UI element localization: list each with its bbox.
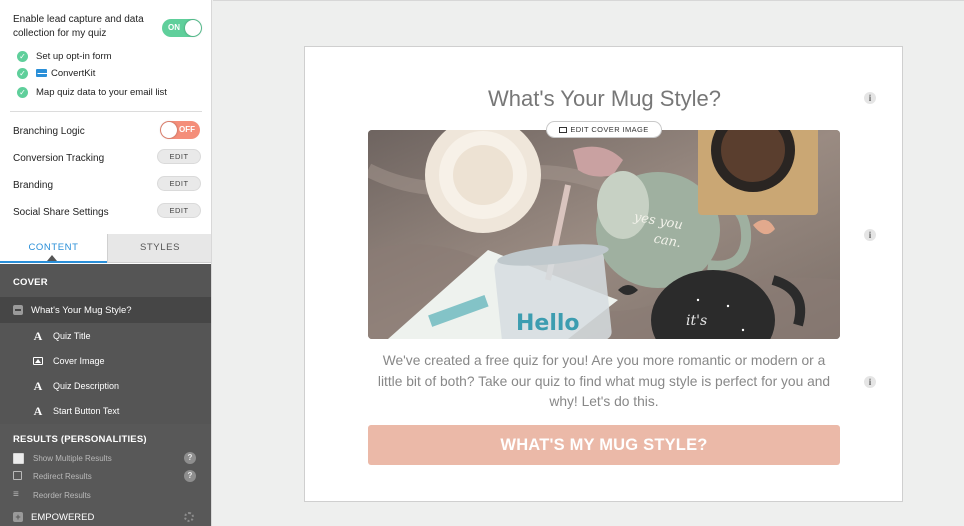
toggle-knob — [161, 122, 177, 138]
checklist-label: Set up opt-in form — [36, 50, 112, 62]
question-icon[interactable]: ? — [184, 452, 196, 464]
start-quiz-button[interactable]: WHAT'S MY MUG STYLE? — [368, 425, 840, 465]
tab-styles[interactable]: STYLES — [107, 234, 211, 263]
subitem-start-button-text[interactable]: A Start Button Text — [0, 399, 211, 424]
text-icon: A — [33, 329, 43, 343]
gear-icon[interactable] — [184, 512, 194, 522]
edit-cover-label: EDIT COVER IMAGE — [570, 125, 649, 134]
checklist-item-map-data[interactable]: ✓ Map quiz data to your email list — [17, 85, 167, 99]
cover-item[interactable]: What's Your Mug Style? — [0, 297, 211, 323]
sidebar: Enable lead capture and data collection … — [0, 0, 212, 526]
subitem-label: Quiz Title — [53, 331, 91, 341]
external-link-icon — [13, 471, 22, 480]
conversion-tracking-edit-button[interactable]: EDIT — [157, 149, 201, 164]
text-icon: A — [33, 404, 43, 418]
top-border — [213, 0, 964, 1]
cover-item-label: What's Your Mug Style? — [31, 305, 132, 316]
option-label: Redirect Results — [33, 472, 92, 481]
quiz-description[interactable]: We've created a free quiz for you! Are y… — [375, 351, 833, 413]
subitem-label: Start Button Text — [53, 406, 120, 416]
branching-logic-label: Branching Logic — [13, 126, 85, 137]
cover-section-heading: COVER — [13, 277, 48, 288]
checkbox-icon[interactable] — [13, 453, 24, 464]
image-icon — [559, 127, 568, 133]
lead-capture-toggle[interactable]: ON — [162, 19, 202, 37]
info-icon[interactable]: i — [864, 92, 876, 104]
mail-icon — [36, 69, 47, 77]
option-label: Show Multiple Results — [33, 454, 112, 463]
checklist-item-convertkit[interactable]: ✓ ConvertKit — [17, 66, 95, 80]
toggle-state: OFF — [179, 125, 195, 134]
collapse-icon[interactable] — [13, 305, 23, 315]
checklist-label: ConvertKit — [51, 67, 96, 79]
check-circle-icon: ✓ — [17, 50, 28, 62]
expand-icon[interactable]: + — [13, 512, 23, 522]
quiz-cover-card: What's Your Mug Style? i EDIT COVER IMAG… — [304, 46, 903, 502]
social-share-edit-button[interactable]: EDIT — [157, 203, 201, 218]
branching-logic-toggle[interactable]: OFF — [160, 121, 200, 139]
info-icon[interactable]: i — [864, 376, 876, 388]
branding-edit-button[interactable]: EDIT — [157, 176, 201, 191]
text-icon: A — [33, 379, 43, 393]
quiz-preview-area: What's Your Mug Style? i EDIT COVER IMAG… — [213, 0, 964, 526]
cover-image[interactable]: yes you can. Hello it's — [368, 130, 840, 339]
checklist-label: Map quiz data to your email list — [36, 86, 167, 98]
result-empowered-label[interactable]: EMPOWERED — [31, 512, 94, 523]
svg-text:Hello: Hello — [516, 311, 580, 336]
subitem-label: Quiz Description — [53, 381, 120, 391]
option-label: Reorder Results — [33, 491, 91, 500]
subitem-quiz-title[interactable]: A Quiz Title — [0, 324, 211, 349]
cover-image-illustration: yes you can. Hello it's — [368, 130, 840, 339]
info-icon[interactable]: i — [864, 229, 876, 241]
divider — [10, 111, 202, 112]
question-icon[interactable]: ? — [184, 470, 196, 482]
checklist-item-optin[interactable]: ✓ Set up opt-in form — [17, 49, 112, 63]
subitem-label: Cover Image — [53, 356, 105, 366]
svg-text:it's: it's — [686, 313, 707, 329]
tab-caret-icon — [47, 255, 57, 261]
results-section-heading: RESULTS (PERSONALITIES) — [13, 434, 147, 445]
check-circle-icon: ✓ — [17, 86, 28, 98]
image-icon — [33, 357, 43, 365]
social-share-label: Social Share Settings — [13, 207, 109, 218]
toggle-knob — [185, 20, 201, 36]
subitem-quiz-description[interactable]: A Quiz Description — [0, 374, 211, 399]
conversion-tracking-label: Conversion Tracking — [13, 153, 105, 164]
edit-cover-image-button[interactable]: EDIT COVER IMAGE — [546, 121, 662, 138]
lead-capture-label: Enable lead capture and data collection … — [13, 14, 144, 39]
branding-label: Branding — [13, 180, 54, 191]
reorder-icon: ≡ — [13, 489, 19, 500]
toggle-state: ON — [168, 23, 180, 32]
subitem-cover-image[interactable]: Cover Image — [0, 349, 211, 374]
quiz-title[interactable]: What's Your Mug Style? — [305, 86, 904, 112]
check-circle-icon: ✓ — [17, 67, 28, 79]
